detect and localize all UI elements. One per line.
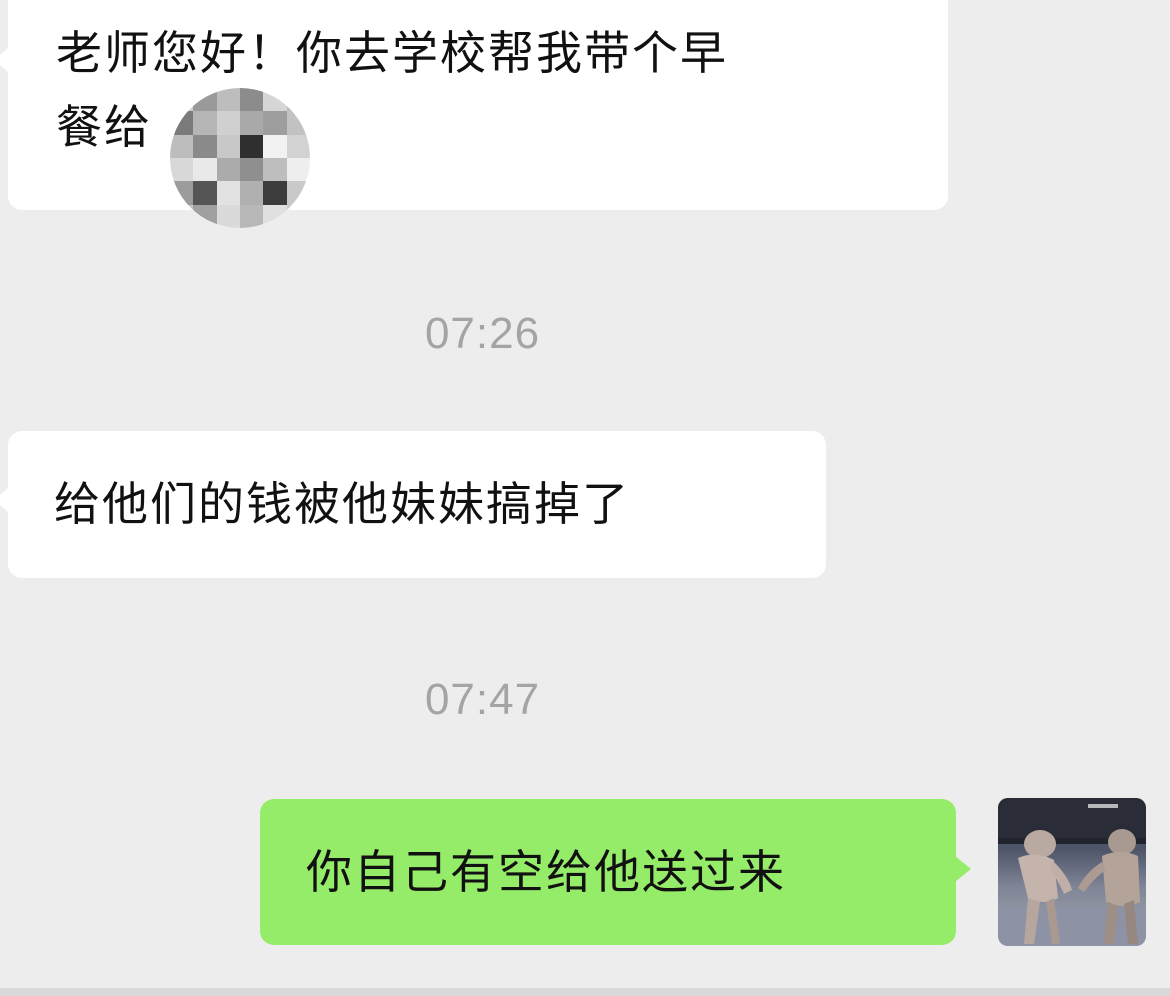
- timestamp: 07:26: [424, 309, 541, 358]
- bubble-tail-icon: [955, 856, 971, 882]
- message-bubble-outgoing[interactable]: 你自己有空给他送过来: [260, 799, 956, 945]
- avatar-photo-icon[interactable]: [998, 798, 1146, 946]
- message-bubble-incoming-1[interactable]: 老师您好！你去学校帮我带个早 餐给: [8, 0, 948, 210]
- bubble-tail-icon: [0, 48, 8, 72]
- timestamp: 07:47: [424, 675, 541, 724]
- input-area-edge: [0, 988, 1170, 996]
- pixelated-redaction-icon: [170, 88, 310, 228]
- message-text-line-1: 老师您好！你去学校帮我带个早: [56, 26, 728, 80]
- message-text: 你自己有空给他送过来: [306, 845, 786, 899]
- bubble-tail-icon: [0, 488, 8, 512]
- message-bubble-incoming-2[interactable]: 给他们的钱被他妹妹搞掉了: [8, 431, 826, 578]
- avatar-figures-icon: [998, 798, 1146, 946]
- message-text: 给他们的钱被他妹妹搞掉了: [54, 477, 630, 531]
